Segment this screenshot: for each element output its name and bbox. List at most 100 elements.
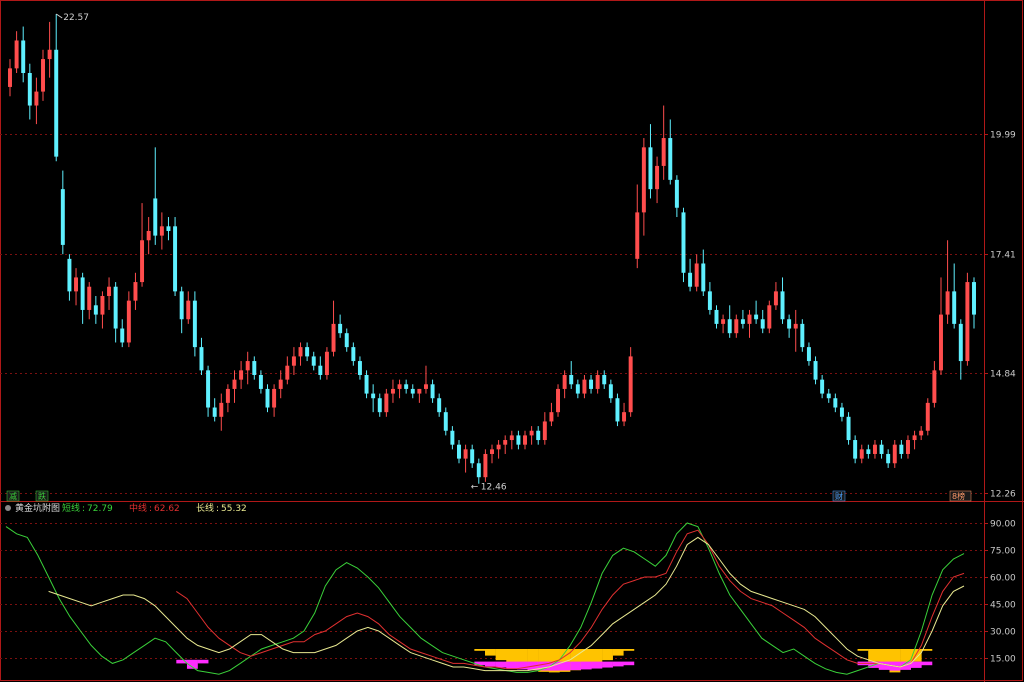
candle-body — [93, 305, 98, 315]
candle-body — [556, 388, 561, 413]
indicator-tick-label: 15.00 — [990, 655, 1016, 665]
pit-signal-bar — [878, 661, 890, 670]
candle-body — [258, 374, 263, 389]
candle-body — [787, 319, 792, 329]
candle-body — [338, 323, 343, 334]
candle-body — [536, 430, 541, 441]
candle-body — [872, 444, 877, 454]
candle-body — [107, 286, 112, 297]
candle-body — [509, 435, 514, 441]
candle-body — [384, 393, 389, 413]
candle-body — [239, 370, 244, 380]
candle-body — [707, 291, 712, 310]
price-tick-label: 19.99 — [990, 131, 1016, 141]
candle-body — [582, 379, 587, 394]
candle-body — [747, 314, 752, 324]
candle-body — [192, 300, 197, 348]
candle-body — [780, 291, 785, 320]
candle-body — [331, 323, 336, 352]
candle-body — [120, 328, 125, 343]
candle-body — [351, 347, 356, 362]
candle-body — [668, 138, 673, 180]
pit-signal-bar — [921, 661, 933, 666]
candle-body — [80, 277, 85, 310]
candle-body — [245, 361, 250, 371]
candle-body — [602, 374, 607, 385]
pit-signal-bar — [612, 661, 624, 667]
candle-body — [800, 323, 805, 348]
candle-body — [892, 444, 897, 464]
golden-pit-bar — [868, 649, 880, 662]
candle-body — [483, 453, 488, 478]
candle-body — [74, 277, 79, 292]
candle-body — [126, 300, 131, 343]
pit-signal-bar — [485, 661, 496, 667]
candle-body — [939, 314, 943, 371]
pit-signal-bar — [495, 661, 507, 668]
min-price-label: 12.46 — [481, 483, 507, 493]
candle-body — [159, 226, 164, 236]
indicator-title: 黄金坑附图 — [15, 502, 60, 514]
candle-body — [166, 226, 171, 231]
candle-body — [272, 388, 277, 408]
candle-body — [846, 416, 851, 441]
price-tick-label: 17.41 — [990, 251, 1016, 261]
candle-body — [694, 263, 699, 287]
candle-body — [437, 398, 442, 413]
candle-body — [589, 379, 594, 389]
candle-body — [925, 402, 930, 431]
event-mark: 减 — [9, 491, 17, 501]
candle-body — [140, 240, 145, 283]
candle-body — [562, 374, 567, 389]
candle-body — [14, 40, 19, 69]
candle-body — [305, 347, 310, 357]
candle-body — [450, 430, 455, 445]
price-tick-label: 14.84 — [990, 370, 1016, 380]
candle-body — [496, 444, 501, 450]
candle-body — [463, 449, 468, 459]
max-pointer — [55, 13, 63, 19]
candle-body — [146, 230, 151, 241]
candle-body — [27, 73, 32, 106]
candle-body — [688, 272, 693, 287]
candle-body — [404, 384, 409, 389]
golden-pit-bar — [602, 649, 613, 661]
candle-body — [503, 440, 508, 445]
series-legend-value: 72.79 — [87, 504, 113, 514]
golden-pit-bar — [623, 649, 635, 651]
candle-body — [839, 407, 844, 417]
pit-signal-bar — [570, 661, 582, 671]
series-legend-name: 长线 — [196, 502, 214, 514]
candle-body — [932, 370, 937, 403]
pit-signal-bar — [910, 661, 922, 668]
candle-body — [806, 347, 811, 362]
pit-signal-bar — [602, 661, 613, 668]
candle-body — [357, 361, 362, 375]
chart-frame — [0, 0, 1023, 681]
candle-body — [542, 421, 547, 441]
candle-body — [886, 453, 891, 464]
candle-body — [919, 430, 924, 436]
candle-body — [311, 356, 316, 366]
candle-body — [153, 198, 158, 236]
candle-body — [87, 286, 92, 310]
candle-body — [569, 374, 574, 385]
candle-body — [674, 179, 679, 208]
candle-body — [826, 393, 831, 399]
candle-body — [859, 449, 864, 459]
candle-body — [206, 370, 211, 408]
golden-pit-bar — [612, 649, 624, 656]
candle-body — [54, 49, 59, 157]
candle-body — [767, 305, 772, 329]
candle-body — [972, 282, 976, 315]
indicator-toggle-icon[interactable] — [5, 505, 11, 511]
candle-body — [186, 300, 191, 320]
pit-signal-bar — [506, 661, 518, 669]
golden-pit-bar — [485, 649, 496, 656]
candle-body — [8, 68, 12, 87]
candle-body — [100, 296, 105, 315]
candle-body — [410, 388, 415, 394]
event-mark: 财 — [835, 491, 843, 501]
candle-body — [899, 444, 904, 454]
candle-body — [390, 388, 395, 394]
